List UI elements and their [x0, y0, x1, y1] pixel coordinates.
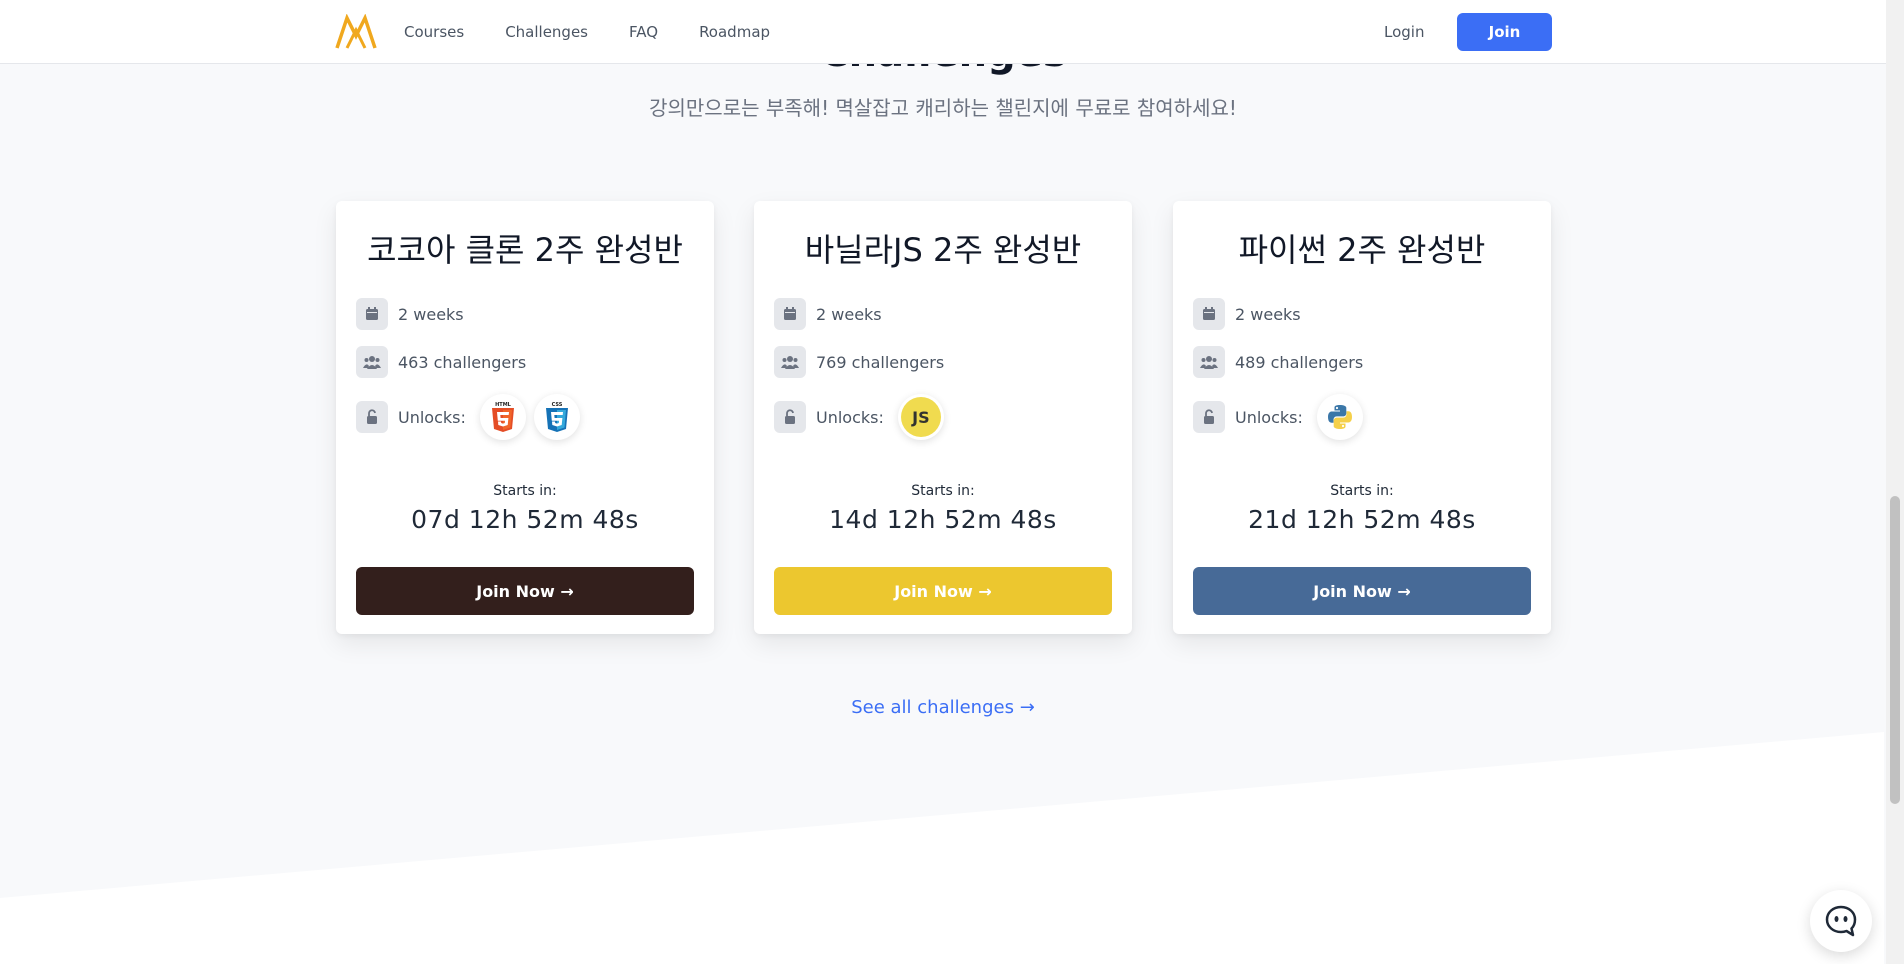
- unlock-icon: [1193, 401, 1225, 433]
- duration-row: 2 weeks: [774, 298, 882, 330]
- js-icon: JS: [897, 394, 944, 440]
- calendar-icon: [774, 298, 806, 330]
- unlocks-row: Unlocks: HTML CSS: [356, 394, 580, 440]
- users-icon: [356, 346, 388, 378]
- unlock-icon: [356, 401, 388, 433]
- top-navbar: Courses Challenges FAQ Roadmap Login Joi…: [0, 0, 1886, 64]
- card-title: 코코아 클론 2주 완성반: [367, 231, 683, 269]
- challenge-card-vanillajs: 바닐라JS 2주 완성반 2 weeks 769 challengers Unl…: [754, 201, 1132, 634]
- join-button[interactable]: Join: [1457, 13, 1552, 51]
- section-subtitle: 강의만으로는 부족해! 멱살잡고 캐리하는 챌린지에 무료로 참여하세요!: [649, 96, 1237, 120]
- scrollbar-thumb[interactable]: [1890, 496, 1900, 804]
- chat-bubble-icon: [1825, 905, 1857, 937]
- card-title: 파이썬 2주 완성반: [1238, 231, 1486, 269]
- card-title: 바닐라JS 2주 완성반: [804, 231, 1082, 269]
- main-nav: Courses Challenges FAQ Roadmap: [404, 0, 770, 64]
- challengers-text: 489 challengers: [1235, 352, 1364, 372]
- countdown-timer: 21d 12h 52m 48s: [1248, 505, 1476, 534]
- js-badge-label: JS: [900, 397, 941, 437]
- python-icon: [1316, 394, 1363, 440]
- svg-text:CSS: CSS: [552, 402, 563, 408]
- unlocks-label: Unlocks:: [1235, 407, 1303, 427]
- countdown-timer: 14d 12h 52m 48s: [829, 505, 1057, 534]
- unlock-icon: [774, 401, 806, 433]
- starts-in-label: Starts in:: [911, 483, 975, 499]
- starts-in-label: Starts in:: [493, 483, 557, 499]
- login-link[interactable]: Login: [1384, 23, 1424, 41]
- duration-row: 2 weeks: [1193, 298, 1301, 330]
- challenge-card-python: 파이썬 2주 완성반 2 weeks 489 challengers Unloc…: [1173, 201, 1551, 634]
- nav-roadmap[interactable]: Roadmap: [699, 23, 770, 41]
- countdown-timer: 07d 12h 52m 48s: [411, 505, 639, 534]
- css3-icon: CSS: [533, 394, 580, 440]
- svg-text:HTML: HTML: [495, 402, 512, 408]
- challengers-text: 463 challengers: [398, 352, 527, 372]
- users-icon: [1193, 346, 1225, 378]
- join-now-button[interactable]: Join Now →: [774, 567, 1112, 615]
- starts-in-label: Starts in:: [1330, 483, 1394, 499]
- unlocks-row: Unlocks:: [1193, 394, 1363, 440]
- nomad-logo-icon[interactable]: [335, 14, 377, 50]
- duration-text: 2 weeks: [1235, 304, 1301, 324]
- unlocks-label: Unlocks:: [816, 407, 884, 427]
- challenge-card-kokoa: 코코아 클론 2주 완성반 2 weeks 463 challengers Un…: [336, 201, 714, 634]
- users-icon: [774, 346, 806, 378]
- nav-challenges[interactable]: Challenges: [505, 23, 588, 41]
- duration-text: 2 weeks: [398, 304, 464, 324]
- challengers-row: 463 challengers: [356, 346, 526, 378]
- join-now-button[interactable]: Join Now →: [356, 567, 694, 615]
- nav-faq[interactable]: FAQ: [629, 23, 658, 41]
- calendar-icon: [356, 298, 388, 330]
- see-all-challenges-link[interactable]: See all challenges →: [0, 697, 1886, 718]
- calendar-icon: [1193, 298, 1225, 330]
- chat-support-button[interactable]: [1810, 890, 1872, 952]
- challengers-row: 489 challengers: [1193, 346, 1363, 378]
- html5-icon: HTML: [479, 394, 526, 440]
- unlocks-row: Unlocks: JS: [774, 394, 944, 440]
- join-now-button[interactable]: Join Now →: [1193, 567, 1531, 615]
- challengers-text: 769 challengers: [816, 352, 945, 372]
- duration-row: 2 weeks: [356, 298, 464, 330]
- unlocks-label: Unlocks:: [398, 407, 466, 427]
- nav-courses[interactable]: Courses: [404, 23, 464, 41]
- duration-text: 2 weeks: [816, 304, 882, 324]
- challengers-row: 769 challengers: [774, 346, 944, 378]
- page-scrollbar[interactable]: [1886, 0, 1904, 964]
